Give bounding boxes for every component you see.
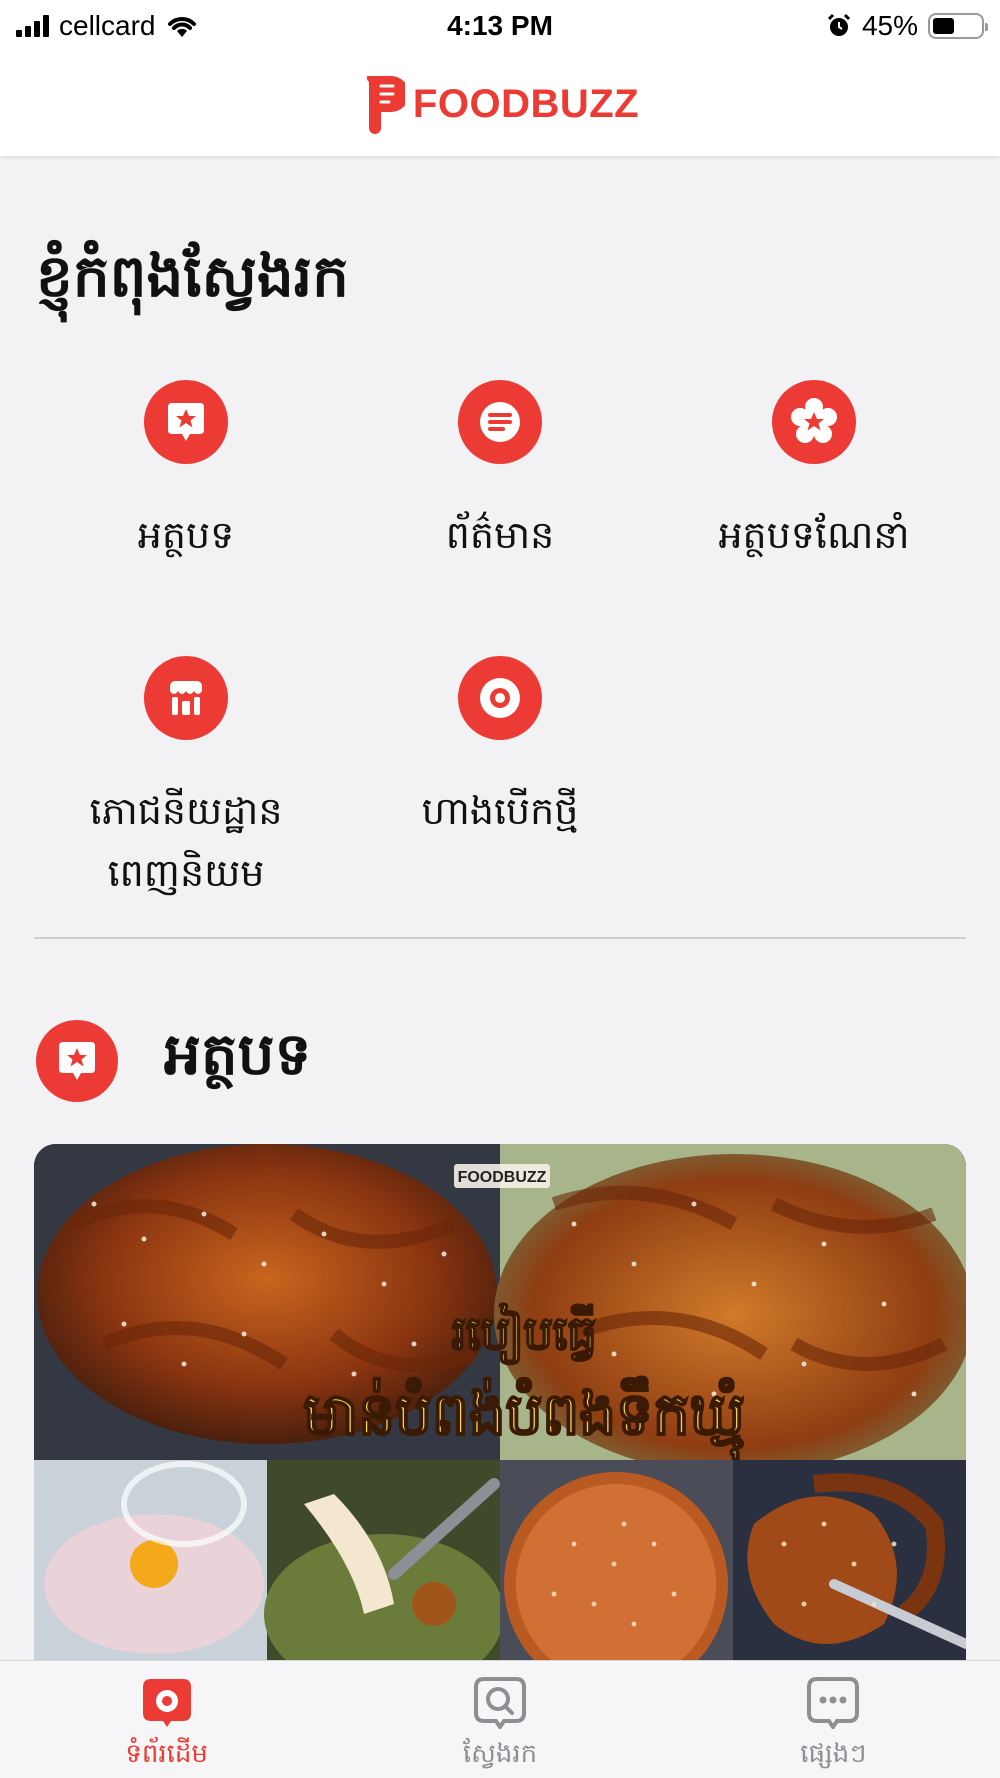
tab-label: ទំព័រដើម [125,1739,208,1769]
category-label: ព័ត៌មាន [445,513,555,557]
brand-name: FOODBUZZ [412,81,640,126]
card-watermark: FOODBUZZ [458,1169,547,1186]
category-news[interactable]: ព័ត៌មាន [350,380,650,566]
signal-strength-icon [16,15,49,37]
category-label: អត្ថបទណែនាំ [718,513,910,557]
more-bubble-icon [807,1677,860,1729]
wifi-icon [168,17,197,37]
star-badge-icon [36,1019,118,1102]
tab-label: ផ្សេងៗ [800,1739,867,1769]
star-flower-icon [772,380,856,464]
featured-article-card[interactable]: FOODBUZZ របៀបធ្វើ មាន់បំពង់បំពងទឹកឃ្មុំ [34,1144,966,1660]
status-bar: cellcard 4:13 PM 45% [0,0,1000,52]
battery-percent: 45% [861,10,918,41]
section-divider [34,937,966,939]
category-new-shops[interactable]: ហាងបើកថ្មី [350,656,650,842]
category-popular-restaurants[interactable]: ភោជនីយដ្ឋាន ពេញនិយម [36,656,336,904]
carrier-name: cellcard [59,10,156,41]
category-label: ភោជនីយដ្ឋាន ពេញនិយម [89,789,283,895]
featured-title: អត្ថបទ [164,1020,312,1088]
status-left: cellcard [16,10,335,42]
tab-more[interactable]: ផ្សេងៗ [667,1661,1000,1778]
tab-search[interactable]: ស្វែងរក [333,1661,666,1778]
featured-header[interactable]: អត្ថបទ [36,1018,311,1103]
tab-home[interactable]: ទំព័រដើម [0,1661,333,1778]
search-bubble-icon [473,1677,526,1729]
category-label: ហាងបើកថ្មី [421,789,579,833]
tab-label: ស្វែងរក [462,1739,538,1769]
storefront-icon [144,656,228,740]
category-recommended[interactable]: អត្ថបទណែនាំ [664,380,964,566]
battery-icon [927,13,988,39]
star-badge-icon [144,380,228,464]
article-thumbnail: FOODBUZZ របៀបធ្វើ មាន់បំពង់បំពងទឹកឃ្មុំ [34,1144,966,1660]
status-time: 4:13 PM [447,10,553,41]
app-header: FOODBUZZ [0,52,1000,156]
ring-icon [458,656,542,740]
explore-title: ខ្ញុំកំពុងស្វែងរក [36,242,349,310]
news-lines-icon [458,380,542,464]
bottom-tab-bar: ទំព័រដើម ស្វែងរក ផ្សេងៗ [0,1660,1000,1778]
category-label: អត្ថបទ [137,513,235,557]
home-ring-icon [142,1679,191,1727]
status-right: 45% [665,10,988,42]
card-headline-line1: របៀបធ្វើ [451,1303,596,1365]
home-content[interactable]: ខ្ញុំកំពុងស្វែងរក អត្ថបទ ព័ត៌មាន អត្ថបទណ… [0,156,1000,1660]
foodbuzz-logo[interactable]: FOODBUZZ [361,72,639,136]
category-articles[interactable]: អត្ថបទ [36,380,336,566]
foodbuzz-logo-icon [366,76,405,134]
alarm-icon [827,13,850,36]
